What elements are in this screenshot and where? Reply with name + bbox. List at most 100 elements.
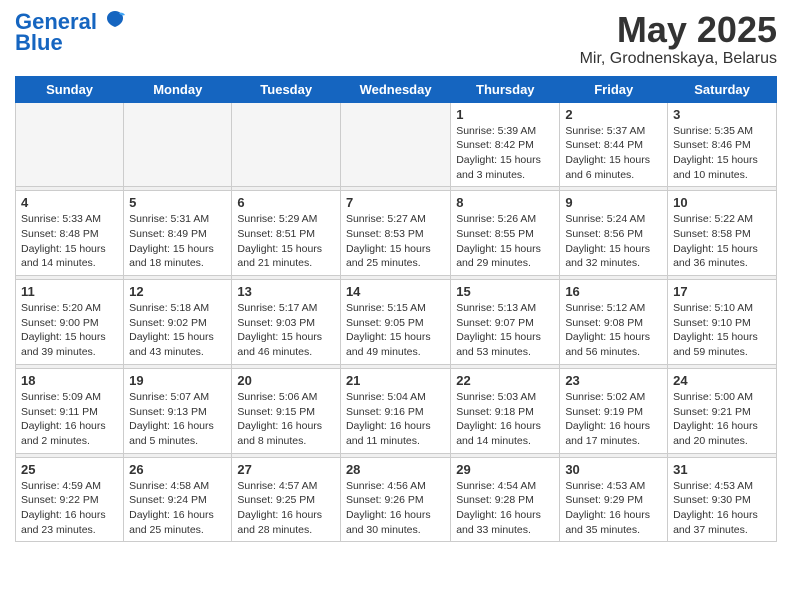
day-info: Sunrise: 5:26 AM Sunset: 8:55 PM Dayligh… (456, 212, 554, 271)
day-number: 6 (237, 195, 335, 210)
day-number: 21 (346, 373, 445, 388)
day-number: 16 (565, 284, 662, 299)
week-row-3: 11 Sunrise: 5:20 AM Sunset: 9:00 PM Dayli… (16, 280, 777, 365)
day-info: Sunrise: 5:35 AM Sunset: 8:46 PM Dayligh… (673, 124, 771, 183)
week-row-5: 25 Sunrise: 4:59 AM Sunset: 9:22 PM Dayli… (16, 457, 777, 542)
day-number: 15 (456, 284, 554, 299)
day-number: 9 (565, 195, 662, 210)
day-number: 28 (346, 462, 445, 477)
day-number: 2 (565, 107, 662, 122)
day-number: 29 (456, 462, 554, 477)
day-number: 27 (237, 462, 335, 477)
logo: General Blue (15, 10, 125, 56)
calendar-cell: 12 Sunrise: 5:18 AM Sunset: 9:02 PM Dayli… (124, 280, 232, 365)
calendar-cell: 21 Sunrise: 5:04 AM Sunset: 9:16 PM Dayli… (340, 368, 450, 453)
day-number: 8 (456, 195, 554, 210)
calendar-cell: 13 Sunrise: 5:17 AM Sunset: 9:03 PM Dayli… (232, 280, 341, 365)
calendar-cell: 14 Sunrise: 5:15 AM Sunset: 9:05 PM Dayli… (340, 280, 450, 365)
header-thursday: Thursday (451, 76, 560, 102)
calendar-cell: 30 Sunrise: 4:53 AM Sunset: 9:29 PM Dayli… (560, 457, 668, 542)
day-info: Sunrise: 5:15 AM Sunset: 9:05 PM Dayligh… (346, 301, 445, 360)
day-number: 7 (346, 195, 445, 210)
weekday-header-row: Sunday Monday Tuesday Wednesday Thursday… (16, 76, 777, 102)
calendar-table: Sunday Monday Tuesday Wednesday Thursday… (15, 76, 777, 543)
calendar-cell: 31Sunrise: 4:53 AM Sunset: 9:30 PM Dayli… (668, 457, 777, 542)
day-info: Sunrise: 5:13 AM Sunset: 9:07 PM Dayligh… (456, 301, 554, 360)
day-info: Sunrise: 4:57 AM Sunset: 9:25 PM Dayligh… (237, 479, 335, 538)
day-info: Sunrise: 5:04 AM Sunset: 9:16 PM Dayligh… (346, 390, 445, 449)
day-number: 12 (129, 284, 226, 299)
title-block: May 2025 Mir, Grodnenskaya, Belarus (580, 10, 777, 68)
day-info: Sunrise: 5:06 AM Sunset: 9:15 PM Dayligh… (237, 390, 335, 449)
header: General Blue May 2025 Mir, Grodnenskaya,… (15, 10, 777, 68)
day-number: 20 (237, 373, 335, 388)
day-number: 11 (21, 284, 118, 299)
day-info: Sunrise: 5:17 AM Sunset: 9:03 PM Dayligh… (237, 301, 335, 360)
header-tuesday: Tuesday (232, 76, 341, 102)
logo-bird-icon (105, 9, 125, 29)
day-info: Sunrise: 5:31 AM Sunset: 8:49 PM Dayligh… (129, 212, 226, 271)
calendar-subtitle: Mir, Grodnenskaya, Belarus (580, 50, 777, 68)
calendar-cell: 7 Sunrise: 5:27 AM Sunset: 8:53 PM Daylig… (340, 191, 450, 276)
calendar-cell (232, 102, 341, 187)
week-row-2: 4 Sunrise: 5:33 AM Sunset: 8:48 PM Daylig… (16, 191, 777, 276)
calendar-cell: 3 Sunrise: 5:35 AM Sunset: 8:46 PM Daylig… (668, 102, 777, 187)
calendar-cell: 18 Sunrise: 5:09 AM Sunset: 9:11 PM Dayli… (16, 368, 124, 453)
day-number: 30 (565, 462, 662, 477)
calendar-cell: 15 Sunrise: 5:13 AM Sunset: 9:07 PM Dayli… (451, 280, 560, 365)
header-wednesday: Wednesday (340, 76, 450, 102)
calendar-cell (16, 102, 124, 187)
calendar-cell: 6 Sunrise: 5:29 AM Sunset: 8:51 PM Daylig… (232, 191, 341, 276)
day-info: Sunrise: 5:20 AM Sunset: 9:00 PM Dayligh… (21, 301, 118, 360)
day-info: Sunrise: 5:22 AM Sunset: 8:58 PM Dayligh… (673, 212, 771, 271)
day-info: Sunrise: 5:03 AM Sunset: 9:18 PM Dayligh… (456, 390, 554, 449)
calendar-cell: 22Sunrise: 5:03 AM Sunset: 9:18 PM Dayli… (451, 368, 560, 453)
day-info: Sunrise: 5:39 AM Sunset: 8:42 PM Dayligh… (456, 124, 554, 183)
day-info: Sunrise: 4:53 AM Sunset: 9:29 PM Dayligh… (565, 479, 662, 538)
calendar-cell: 28 Sunrise: 4:56 AM Sunset: 9:26 PM Dayli… (340, 457, 450, 542)
day-number: 4 (21, 195, 118, 210)
day-number: 1 (456, 107, 554, 122)
calendar-cell: 4 Sunrise: 5:33 AM Sunset: 8:48 PM Daylig… (16, 191, 124, 276)
day-info: Sunrise: 5:12 AM Sunset: 9:08 PM Dayligh… (565, 301, 662, 360)
calendar-cell: 8 Sunrise: 5:26 AM Sunset: 8:55 PM Daylig… (451, 191, 560, 276)
calendar-cell: 27 Sunrise: 4:57 AM Sunset: 9:25 PM Dayli… (232, 457, 341, 542)
day-info: Sunrise: 5:29 AM Sunset: 8:51 PM Dayligh… (237, 212, 335, 271)
calendar-cell: 10 Sunrise: 5:22 AM Sunset: 8:58 PM Dayli… (668, 191, 777, 276)
day-number: 17 (673, 284, 771, 299)
calendar-cell: 2Sunrise: 5:37 AM Sunset: 8:44 PM Daylig… (560, 102, 668, 187)
day-info: Sunrise: 5:24 AM Sunset: 8:56 PM Dayligh… (565, 212, 662, 271)
day-info: Sunrise: 4:54 AM Sunset: 9:28 PM Dayligh… (456, 479, 554, 538)
day-info: Sunrise: 5:09 AM Sunset: 9:11 PM Dayligh… (21, 390, 118, 449)
day-number: 19 (129, 373, 226, 388)
calendar-cell: 19 Sunrise: 5:07 AM Sunset: 9:13 PM Dayli… (124, 368, 232, 453)
calendar-cell: 25 Sunrise: 4:59 AM Sunset: 9:22 PM Dayli… (16, 457, 124, 542)
day-info: Sunrise: 5:07 AM Sunset: 9:13 PM Dayligh… (129, 390, 226, 449)
day-info: Sunrise: 5:18 AM Sunset: 9:02 PM Dayligh… (129, 301, 226, 360)
day-info: Sunrise: 5:02 AM Sunset: 9:19 PM Dayligh… (565, 390, 662, 449)
day-info: Sunrise: 4:53 AM Sunset: 9:30 PM Dayligh… (673, 479, 771, 538)
day-info: Sunrise: 5:33 AM Sunset: 8:48 PM Dayligh… (21, 212, 118, 271)
calendar-cell (124, 102, 232, 187)
day-number: 25 (21, 462, 118, 477)
calendar-cell: 26Sunrise: 4:58 AM Sunset: 9:24 PM Dayli… (124, 457, 232, 542)
week-row-4: 18 Sunrise: 5:09 AM Sunset: 9:11 PM Dayli… (16, 368, 777, 453)
day-number: 14 (346, 284, 445, 299)
day-number: 13 (237, 284, 335, 299)
day-info: Sunrise: 5:27 AM Sunset: 8:53 PM Dayligh… (346, 212, 445, 271)
day-number: 24 (673, 373, 771, 388)
header-monday: Monday (124, 76, 232, 102)
day-info: Sunrise: 4:56 AM Sunset: 9:26 PM Dayligh… (346, 479, 445, 538)
calendar-title: May 2025 (580, 10, 777, 50)
day-number: 10 (673, 195, 771, 210)
day-number: 3 (673, 107, 771, 122)
day-info: Sunrise: 5:00 AM Sunset: 9:21 PM Dayligh… (673, 390, 771, 449)
calendar-cell: 9 Sunrise: 5:24 AM Sunset: 8:56 PM Daylig… (560, 191, 668, 276)
day-info: Sunrise: 5:10 AM Sunset: 9:10 PM Dayligh… (673, 301, 771, 360)
day-number: 23 (565, 373, 662, 388)
day-info: Sunrise: 4:58 AM Sunset: 9:24 PM Dayligh… (129, 479, 226, 538)
calendar-cell: 29 Sunrise: 4:54 AM Sunset: 9:28 PM Dayli… (451, 457, 560, 542)
day-number: 18 (21, 373, 118, 388)
header-friday: Friday (560, 76, 668, 102)
day-info: Sunrise: 4:59 AM Sunset: 9:22 PM Dayligh… (21, 479, 118, 538)
